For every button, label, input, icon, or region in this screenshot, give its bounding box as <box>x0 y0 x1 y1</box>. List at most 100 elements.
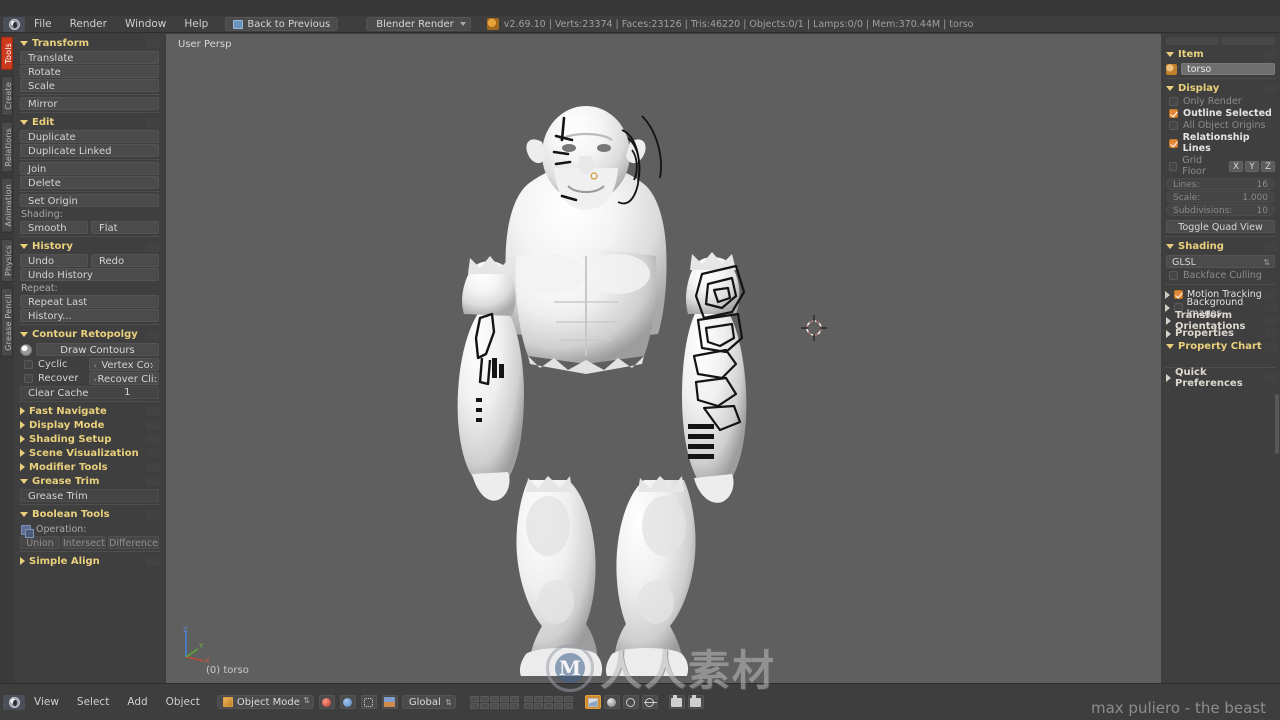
solid-shading-button[interactable] <box>603 695 620 709</box>
panel-title-shading: Shading <box>1178 241 1224 252</box>
button-draw-contours[interactable]: Draw Contours <box>36 343 159 356</box>
blender-logo-icon[interactable] <box>3 16 25 32</box>
lock-camera-button[interactable] <box>687 694 704 709</box>
button-mirror[interactable]: Mirror <box>20 97 159 110</box>
button-toggle-quad-view[interactable]: Toggle Quad View <box>1166 220 1275 233</box>
transform-orientation-select[interactable]: Global <box>401 695 456 709</box>
bottom-menu-object[interactable]: Object <box>157 694 209 711</box>
field-recover-clip[interactable]: Recover Cli: 1 <box>88 372 159 398</box>
editor-type-icon[interactable] <box>3 694 25 710</box>
checkbox-all-object-origins[interactable]: All Object Origins <box>1169 120 1275 131</box>
back-to-previous-button[interactable]: Back to Previous <box>225 17 339 31</box>
button-translate[interactable]: Translate <box>20 51 159 64</box>
layer-group-1[interactable] <box>469 695 519 709</box>
panel-header-quick-preferences[interactable]: Quick Preferences <box>1161 367 1280 389</box>
menu-file[interactable]: File <box>25 16 61 33</box>
panel-header-fast-navigate[interactable]: Fast Navigate <box>14 404 165 418</box>
button-delete[interactable]: Delete <box>20 176 159 189</box>
tool-tab-grease-pencil[interactable]: Grease Pencil <box>1 287 13 357</box>
button-scale[interactable]: Scale <box>20 79 159 92</box>
button-undo[interactable]: Undo <box>20 254 88 267</box>
divider <box>1165 78 1276 79</box>
scene-layers[interactable] <box>469 695 573 709</box>
tool-tab-relations[interactable]: Relations <box>1 121 13 173</box>
button-repeat-last[interactable]: Repeat Last <box>20 295 159 308</box>
panel-header-item[interactable]: Item <box>1161 48 1280 61</box>
button-undo-history[interactable]: Undo History <box>20 268 159 281</box>
bottom-menu-view[interactable]: View <box>25 694 68 711</box>
menu-help[interactable]: Help <box>175 16 217 33</box>
button-duplicate-linked[interactable]: Duplicate Linked <box>20 144 159 157</box>
checkbox-recover[interactable]: Recover <box>20 372 86 385</box>
button-smooth[interactable]: Smooth <box>20 221 88 234</box>
menu-render[interactable]: Render <box>61 16 116 33</box>
wireframe-shading-button[interactable] <box>622 695 639 709</box>
button-axis-y[interactable]: Y <box>1245 160 1259 172</box>
menu-window[interactable]: Window <box>116 16 175 33</box>
panel-header-grease-trim[interactable]: Grease Trim <box>14 474 165 488</box>
snap-magnet-button[interactable] <box>339 695 356 709</box>
checkbox-outline-selected[interactable]: Outline Selected <box>1169 108 1275 119</box>
panel-header-contour-retopology[interactable]: Contour Retopolgy <box>14 327 165 341</box>
field-subdivisions[interactable]: Subdivisions: 10 <box>1166 204 1275 216</box>
button-rotate[interactable]: Rotate <box>20 65 159 78</box>
button-history[interactable]: History... <box>20 309 159 322</box>
tool-tab-physics[interactable]: Physics <box>1 238 13 282</box>
panel-header-transform-orientations[interactable]: Transform Orientations <box>1161 310 1280 332</box>
panel-header-edit[interactable]: Edit <box>14 115 165 129</box>
button-duplicate[interactable]: Duplicate <box>20 130 159 143</box>
render-engine-select[interactable]: Blender Render <box>366 17 471 31</box>
object-name-field[interactable]: torso <box>1181 63 1275 75</box>
panel-header-boolean-tools[interactable]: Boolean Tools <box>14 507 165 521</box>
panel-header-simple-align[interactable]: Simple Align <box>14 554 165 568</box>
button-difference[interactable]: Difference <box>108 536 159 549</box>
transform-orientation-icon-button[interactable] <box>381 695 398 709</box>
field-vertex-count[interactable]: Vertex Co: 10 <box>88 358 159 384</box>
proportional-edit-icon <box>364 697 374 707</box>
button-redo[interactable]: Redo <box>91 254 159 267</box>
button-intersect[interactable]: Intersect <box>61 536 107 549</box>
panel-header-shading[interactable]: Shading <box>1161 240 1280 253</box>
button-flat[interactable]: Flat <box>91 221 159 234</box>
checkbox-relationship-lines[interactable]: Relationship Lines <box>1169 132 1275 154</box>
button-grease-trim[interactable]: Grease Trim <box>20 489 159 502</box>
tool-tab-animation[interactable]: Animation <box>1 178 13 233</box>
tool-tab-create[interactable]: Create <box>1 75 13 116</box>
panel-header-property-chart[interactable]: Property Chart <box>1161 340 1280 353</box>
camera-button[interactable] <box>668 694 685 709</box>
pivot-center-button[interactable] <box>641 695 658 709</box>
button-join[interactable]: Join <box>20 162 159 175</box>
panel-header-shading-setup[interactable]: Shading Setup <box>14 432 165 446</box>
value-lines: 16 <box>1256 180 1268 190</box>
render-dot-button[interactable] <box>318 695 335 709</box>
field-lines[interactable]: Lines: 16 <box>1166 178 1275 190</box>
bottom-menu-select[interactable]: Select <box>68 694 118 711</box>
panel-header-scene-visualization[interactable]: Scene Visualization <box>14 446 165 460</box>
texture-shading-button[interactable] <box>584 695 601 709</box>
bottom-menu-add[interactable]: Add <box>118 694 156 711</box>
button-axis-z[interactable]: Z <box>1261 160 1275 172</box>
sidebar-scrollbar[interactable] <box>1275 394 1279 454</box>
interaction-mode-select[interactable]: Object Mode <box>216 695 314 709</box>
button-clear-cache[interactable]: Clear Cache <box>20 386 159 399</box>
checkbox-grid-floor[interactable]: Grid Floor X Y Z <box>1169 155 1275 177</box>
checkbox-checked-icon[interactable] <box>1174 290 1183 299</box>
panel-header-history[interactable]: History <box>14 239 165 253</box>
panel-header-display-mode[interactable]: Display Mode <box>14 418 165 432</box>
checkbox-only-render[interactable]: Only Render <box>1169 96 1275 107</box>
panel-header-modifier-tools[interactable]: Modifier Tools <box>14 460 165 474</box>
button-set-origin[interactable]: Set Origin <box>20 194 159 207</box>
button-union[interactable]: Union <box>20 536 60 549</box>
panel-header-transform[interactable]: Transform <box>14 36 165 50</box>
panel-header-properties[interactable]: Properties <box>1161 327 1280 340</box>
3d-viewport[interactable]: User Persp Z X Y (0) torso <box>166 34 1161 683</box>
select-shading-method[interactable]: GLSL <box>1166 255 1275 269</box>
proportional-edit-button[interactable] <box>360 695 377 709</box>
field-scale[interactable]: Scale: 1.000 <box>1166 191 1275 203</box>
button-axis-x[interactable]: X <box>1229 160 1243 172</box>
checkbox-cyclic[interactable]: Cyclic <box>20 358 86 371</box>
checkbox-backface-culling[interactable]: Backface Culling <box>1169 270 1275 281</box>
layer-group-2[interactable] <box>523 695 573 709</box>
panel-header-display[interactable]: Display <box>1161 82 1280 95</box>
tool-tab-tools[interactable]: Tools <box>1 37 13 70</box>
